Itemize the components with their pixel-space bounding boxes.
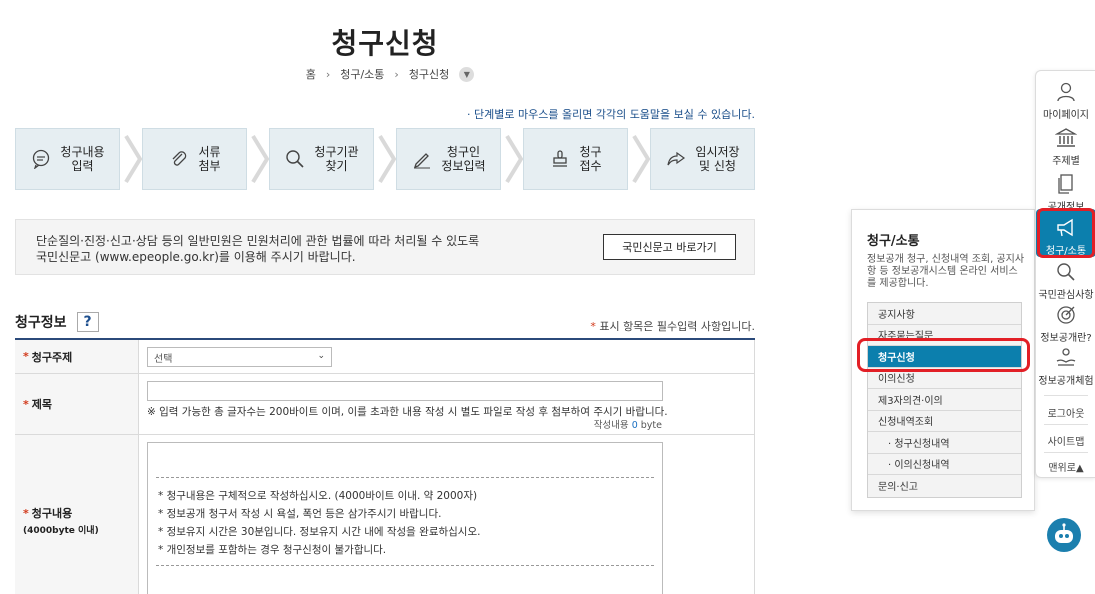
form-row-title: * 제목 ※ 입력 가능한 총 글자수는 200바이트 이며, 이를 초과한 내용… [15, 374, 755, 435]
divider [1044, 452, 1088, 453]
sitemap-link[interactable]: 사이트맵 [1036, 433, 1095, 448]
epeople-link[interactable]: www.epeople.go.kr [100, 250, 214, 264]
chevron-down-icon: ⌄ [317, 351, 325, 361]
magnifier-icon [284, 148, 306, 170]
scroll-top-link[interactable]: 맨위로▲ [1036, 459, 1095, 474]
chevron-right-icon [505, 134, 524, 184]
content-textarea[interactable]: * 청구내용은 구체적으로 작성하십시오. (4000바이트 이내. 약 200… [147, 442, 663, 594]
flyout-menu-list: 공지사항 자주묻는질문 청구신청 이의신청 제3자의견·이의 신청내역조회 · … [867, 302, 1022, 498]
building-icon [1055, 128, 1077, 147]
step-label: 청구내용 입력 [60, 145, 105, 173]
step-indicator: 청구내용 입력 서류 첨부 청구기관 찾기 청구인 정보입력 청구 접수 임시저… [15, 128, 755, 190]
menu-item-inquiry[interactable]: 문의·신고 [868, 475, 1021, 497]
divider [1044, 395, 1088, 396]
menu-item-request-history[interactable]: · 청구신청내역 [868, 432, 1021, 454]
menu-item-notice[interactable]: 공지사항 [868, 303, 1021, 325]
step-content-input[interactable]: 청구내용 입력 [15, 128, 120, 190]
logout-link[interactable]: 로그아웃 [1036, 405, 1095, 420]
epeople-notice: 단순질의·진정·신고·상담 등의 일반민원은 민원처리에 관한 법률에 따라 처… [15, 219, 755, 275]
step-label: 청구기관 찾기 [314, 145, 359, 173]
flyout-title: 청구/소통 [867, 234, 920, 249]
chatbot-button[interactable] [1047, 518, 1081, 552]
section-title: 청구정보 ? [15, 312, 99, 332]
step-find-agency[interactable]: 청구기관 찾기 [269, 128, 374, 190]
robot-icon [1055, 523, 1073, 543]
target-icon [1057, 306, 1075, 324]
form-row-subject: * 청구주제 선택 ⌄ [15, 340, 755, 374]
chat-bubble-icon [30, 148, 52, 170]
chevron-right-icon [124, 134, 143, 184]
breadcrumb-home[interactable]: 홈 [306, 66, 316, 82]
pencil-icon [411, 148, 433, 170]
quick-topics[interactable]: 주제별 [1036, 127, 1095, 167]
flyout-description: 정보공개 청구, 신청내역 조회, 공지사항 등 정보공개시스템 온라인 서비스… [867, 254, 1025, 289]
breadcrumb-current: 청구신청 [408, 68, 450, 81]
subject-label: * 청구주제 [15, 340, 139, 373]
stamp-icon [549, 148, 571, 170]
menu-item-history[interactable]: 신청내역조회 [868, 410, 1021, 432]
quick-public-info[interactable]: 공개정보 [1036, 173, 1095, 213]
quick-menu-bar: 마이페이지 주제별 공개정보 청구/소통 국민관심사항 정보공개란? 정보공개체… [1035, 70, 1095, 478]
request-form: * 청구주제 선택 ⌄ * 제목 ※ 입력 가능한 총 글자수는 200바이트 이며… [15, 338, 755, 594]
quick-interest[interactable]: 국민관심사항 [1036, 261, 1095, 301]
step-label: 청구인 정보입력 [441, 145, 486, 173]
quick-what-is[interactable]: 정보공개란? [1036, 304, 1095, 344]
divider [1044, 424, 1088, 425]
menu-item-objection-history[interactable]: · 이의신청내역 [868, 453, 1021, 475]
chevron-right-icon [632, 134, 651, 184]
hands-icon [1056, 348, 1076, 366]
quick-mypage[interactable]: 마이페이지 [1036, 81, 1095, 121]
breadcrumb-separator: › [394, 67, 399, 81]
help-question-icon[interactable]: ? [76, 312, 99, 332]
step-save-and-apply[interactable]: 임시저장 및 신청 [650, 128, 755, 190]
title-input[interactable] [147, 381, 663, 401]
search-icon [1057, 263, 1075, 281]
chevron-right-icon [378, 134, 397, 184]
title-label: * 제목 [15, 374, 139, 434]
notice-text: 단순질의·진정·신고·상담 등의 일반민원은 민원처리에 관한 법률에 따라 처… [36, 234, 480, 264]
step-label: 임시저장 및 신청 [695, 145, 740, 173]
required-note: * 표시 항목은 필수입력 사항입니다. [590, 320, 755, 333]
breadcrumb-section[interactable]: 청구/소통 [340, 66, 384, 82]
chevron-down-icon[interactable]: ▼ [459, 66, 475, 82]
byte-counter: 작성내용 0 byte [593, 420, 662, 431]
breadcrumb: 홈 › 청구/소통 › 청구신청 ▼ [0, 66, 780, 82]
subject-select[interactable]: 선택 ⌄ [147, 347, 332, 367]
epeople-shortcut-button[interactable]: 국민신문고 바로가기 [603, 234, 736, 260]
divider [156, 477, 654, 478]
step-applicant-info[interactable]: 청구인 정보입력 [396, 128, 501, 190]
share-arrow-icon [665, 148, 687, 170]
highlight-outline [1037, 208, 1095, 258]
highlight-outline [857, 338, 1030, 372]
menu-item-third-party[interactable]: 제3자의견·이의 [868, 389, 1021, 411]
title-length-note: ※ 입력 가능한 총 글자수는 200바이트 이며, 이를 초과한 내용 작성 … [147, 406, 668, 418]
form-row-content: * 청구내용 (4000byte 이내) * 청구내용은 구체적으로 작성하십시오… [15, 435, 755, 594]
step-label: 청구 접수 [579, 145, 602, 173]
divider [156, 565, 654, 566]
step-document-attach[interactable]: 서류 첨부 [142, 128, 247, 190]
step-help-note: · 단계별로 마우스를 올리면 각각의 도움말을 보실 수 있습니다. [467, 108, 755, 121]
paperclip-icon [168, 148, 190, 170]
person-icon [1057, 82, 1075, 102]
page-title: 청구신청 [331, 27, 439, 60]
quick-experience[interactable]: 정보공개체험 [1036, 347, 1095, 387]
breadcrumb-separator: › [325, 67, 331, 81]
step-label: 서류 첨부 [198, 145, 221, 173]
step-submit[interactable]: 청구 접수 [523, 128, 628, 190]
document-icon [1058, 174, 1073, 194]
content-label: * 청구내용 (4000byte 이내) [15, 435, 139, 594]
chevron-right-icon [251, 134, 270, 184]
